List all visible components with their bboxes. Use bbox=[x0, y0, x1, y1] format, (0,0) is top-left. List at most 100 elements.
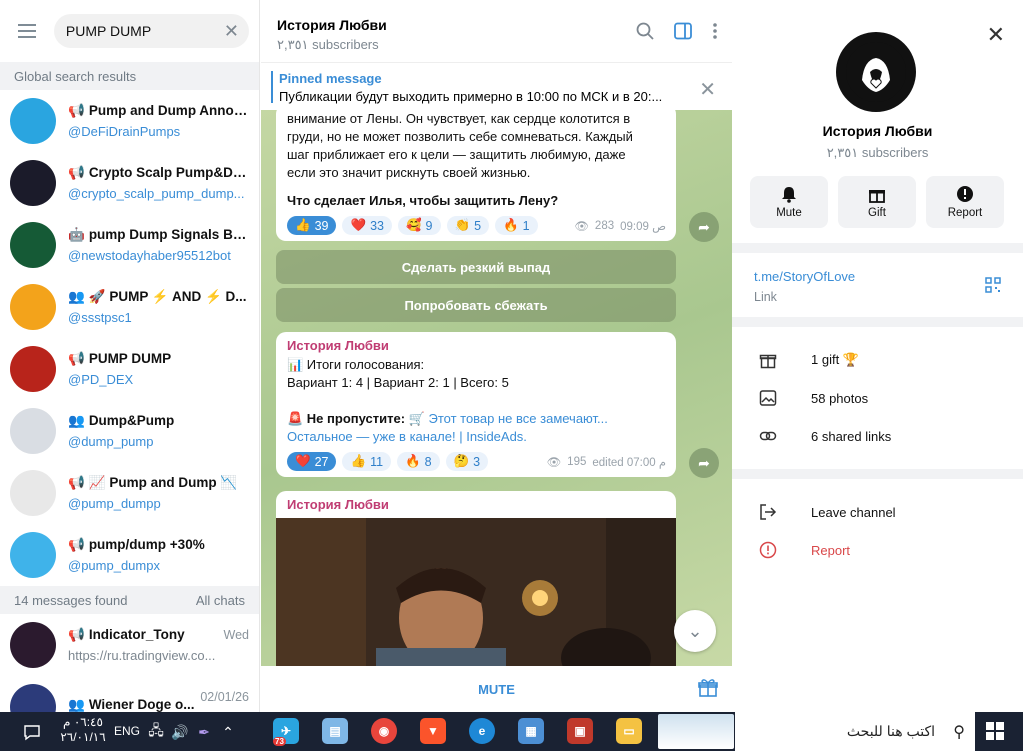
reaction-button[interactable]: 👏 5 bbox=[446, 216, 490, 235]
reaction-count: 8 bbox=[424, 454, 432, 469]
results-item[interactable]: 📢 PUMP DUMP @PD_DEX bbox=[0, 338, 259, 400]
reaction-button[interactable]: 🤔 3 bbox=[445, 452, 489, 471]
notepad-taskbar-icon[interactable]: ▤ bbox=[322, 718, 348, 744]
chat-text: 📢 PUMP DUMP @PD_DEX bbox=[68, 351, 249, 387]
reaction-button[interactable]: ❤️ 33 bbox=[342, 216, 392, 235]
results-item[interactable]: 🤖 pump Dump Signals Bin... @newstodayhaber… bbox=[0, 214, 259, 276]
chevron-up-icon[interactable]: ⌃ bbox=[218, 722, 238, 742]
reaction-button[interactable]: 🔥 8 bbox=[397, 452, 440, 471]
chat-text: 📢 Indicator_Tony https://ru.tradingview.co… bbox=[68, 627, 249, 663]
chrome-taskbar-icon[interactable]: ◉ bbox=[371, 718, 397, 744]
gift-icon[interactable] bbox=[698, 678, 718, 698]
results-item[interactable]: 📢 pump/dump +30% @pump_dumpx bbox=[0, 524, 259, 586]
chat-avatar bbox=[10, 470, 56, 516]
all-chats-filter[interactable]: All chats bbox=[196, 593, 245, 608]
chat-header[interactable]: История Любви ٢,٣٥١ subscribers bbox=[261, 0, 732, 62]
reaction-button[interactable]: 👍 11 bbox=[342, 452, 392, 471]
views-count: 283 bbox=[594, 219, 615, 232]
search-input[interactable] bbox=[65, 23, 216, 39]
views-icon: 👁 bbox=[574, 220, 589, 233]
inline-button-escape[interactable]: Попробовать сбежать bbox=[276, 288, 676, 322]
leave-channel-row[interactable]: Leave channel bbox=[732, 493, 1023, 531]
file-explorer-taskbar-icon[interactable]: ▭ bbox=[616, 718, 642, 744]
message-link[interactable]: Этот товар не все замечают... bbox=[428, 411, 607, 426]
message-link[interactable]: Остальное — уже в канале! | InsideAds. bbox=[287, 428, 666, 446]
notification-icon[interactable] bbox=[22, 722, 42, 742]
chat-name-text: Crypto Scalp Pump&Du... bbox=[88, 165, 249, 180]
reaction-button[interactable]: 🔥 1 bbox=[495, 216, 538, 235]
mute-action-button[interactable]: Mute bbox=[750, 176, 828, 228]
windows-taskbar: ٠٦:٤٥ م ٢٦/٠١/١٦ ENG 🖧 🔊 ✒ ⌃ ✈ 73 ▤ ◉ ▼ … bbox=[0, 712, 1023, 751]
gift-action-button[interactable]: Gift bbox=[838, 176, 916, 228]
reaction-emoji: 👍 bbox=[350, 454, 367, 468]
app-taskbar-icon[interactable]: ▣ bbox=[567, 718, 593, 744]
messages-found-header: 14 messages found All chats bbox=[0, 586, 259, 614]
edge-taskbar-icon[interactable]: e bbox=[469, 718, 495, 744]
channel-link[interactable]: t.me/StoryOfLove Link bbox=[732, 253, 1023, 317]
link-text[interactable]: t.me/StoryOfLove bbox=[754, 269, 1001, 284]
message-line: Вариант 1: 4 | Вариант 2: 1 | Всего: 5 bbox=[287, 375, 509, 390]
volume-icon[interactable]: 🔊 bbox=[170, 722, 190, 742]
forward-icon[interactable]: ➦ bbox=[689, 212, 719, 242]
network-icon[interactable]: 🖧 bbox=[146, 722, 166, 742]
message-bubble[interactable]: История Любви 📊 Итоги голосования: Вариа… bbox=[276, 332, 676, 477]
telegram-taskbar-icon[interactable]: ✈ 73 bbox=[273, 718, 299, 746]
system-clock[interactable]: ٠٦:٤٥ م ٢٦/٠١/١٦ bbox=[52, 715, 114, 745]
channel-avatar[interactable] bbox=[836, 32, 916, 112]
reaction-count: 33 bbox=[370, 218, 384, 233]
messages-item[interactable]: 📢 Indicator_Tony https://ru.tradingview.co… bbox=[0, 614, 259, 676]
qr-code-icon[interactable] bbox=[985, 277, 1001, 293]
inline-button-attack[interactable]: Сделать резкий выпад bbox=[276, 250, 676, 284]
search-icon[interactable] bbox=[636, 22, 654, 40]
windows-start-icon[interactable] bbox=[986, 722, 1004, 740]
search-box: ✕ bbox=[53, 14, 249, 48]
store-taskbar-icon[interactable]: ▦ bbox=[518, 718, 544, 744]
results-item[interactable]: 📢 Pump and Dump Annou... @DeFiDrainPumps bbox=[0, 90, 259, 152]
weather-widget[interactable] bbox=[658, 714, 734, 749]
channel-icon: 📢 bbox=[68, 537, 85, 552]
links-row[interactable]: 6 shared links bbox=[732, 417, 1023, 455]
chat-footer: MUTE bbox=[261, 666, 732, 712]
reaction-emoji: 🤔 bbox=[453, 454, 470, 468]
channel-icon: 📢 bbox=[68, 475, 85, 490]
pinned-text: Публикации будут выходить примерно в 10:… bbox=[279, 89, 663, 104]
report-row[interactable]: Report bbox=[732, 531, 1023, 569]
scroll-down-button[interactable]: ⌄ bbox=[674, 610, 716, 652]
message-line: внимание от Лены. Он чувствует, как серд… bbox=[287, 111, 631, 126]
message-photo[interactable] bbox=[276, 518, 676, 666]
forward-icon[interactable]: ➦ bbox=[689, 448, 719, 478]
reaction-button[interactable]: 🥰 9 bbox=[397, 216, 441, 235]
results-item[interactable]: 👥 Dump&Pump @dump_pump bbox=[0, 400, 259, 462]
chat-avatar bbox=[10, 222, 56, 268]
reaction-button[interactable]: ❤️ 27 bbox=[287, 452, 337, 471]
reaction-count: 39 bbox=[314, 218, 329, 233]
results-item[interactable]: 👥 🚀 PUMP ⚡ AND ⚡ D... @ssstpsc1 bbox=[0, 276, 259, 338]
more-icon[interactable] bbox=[712, 22, 718, 40]
close-pinned-icon[interactable]: ✕ bbox=[699, 77, 716, 102]
views-count: 195 bbox=[567, 455, 587, 468]
message-bubble[interactable]: внимание от Лены. Он чувствует, как серд… bbox=[276, 110, 676, 241]
mute-button[interactable]: MUTE bbox=[478, 682, 515, 697]
report-label: Report bbox=[811, 542, 851, 558]
language-indicator[interactable]: ENG bbox=[114, 724, 140, 738]
gifts-row[interactable]: 1 gift 🏆 bbox=[732, 341, 1023, 379]
report-action-button[interactable]: Report bbox=[926, 176, 1004, 228]
telegram-badge: 73 bbox=[273, 737, 286, 746]
profile-actions: Mute Gift Report bbox=[750, 176, 1004, 228]
pinned-message[interactable]: Pinned message Публикации будут выходить… bbox=[261, 62, 732, 110]
photos-row[interactable]: 58 photos bbox=[732, 379, 1023, 417]
sidebar-toggle-icon[interactable] bbox=[674, 22, 692, 40]
results-item[interactable]: 📢 Crypto Scalp Pump&Du... @crypto_scalp_pu… bbox=[0, 152, 259, 214]
message-bubble[interactable]: История Любви bbox=[276, 491, 676, 666]
menu-icon[interactable] bbox=[10, 16, 44, 46]
clear-search-icon[interactable]: ✕ bbox=[224, 22, 239, 40]
results-item[interactable]: 📢 📈 Pump and Dump 📉 @pump_dumpp bbox=[0, 462, 259, 524]
messages-item[interactable]: 👥 Wiener Doge o... 02/01/26 bbox=[0, 676, 259, 712]
reaction-button[interactable]: 👍 39 bbox=[287, 216, 337, 235]
close-icon[interactable]: ✕ bbox=[987, 22, 1005, 48]
pen-icon[interactable]: ✒ bbox=[194, 722, 214, 742]
gift-icon bbox=[869, 190, 885, 203]
brave-taskbar-icon[interactable]: ▼ bbox=[420, 718, 446, 744]
windows-search-box[interactable]: اكتب هنا للبحث ⚲ bbox=[735, 712, 975, 751]
chat-name: 🤖 pump Dump Signals Bin... bbox=[68, 227, 249, 243]
